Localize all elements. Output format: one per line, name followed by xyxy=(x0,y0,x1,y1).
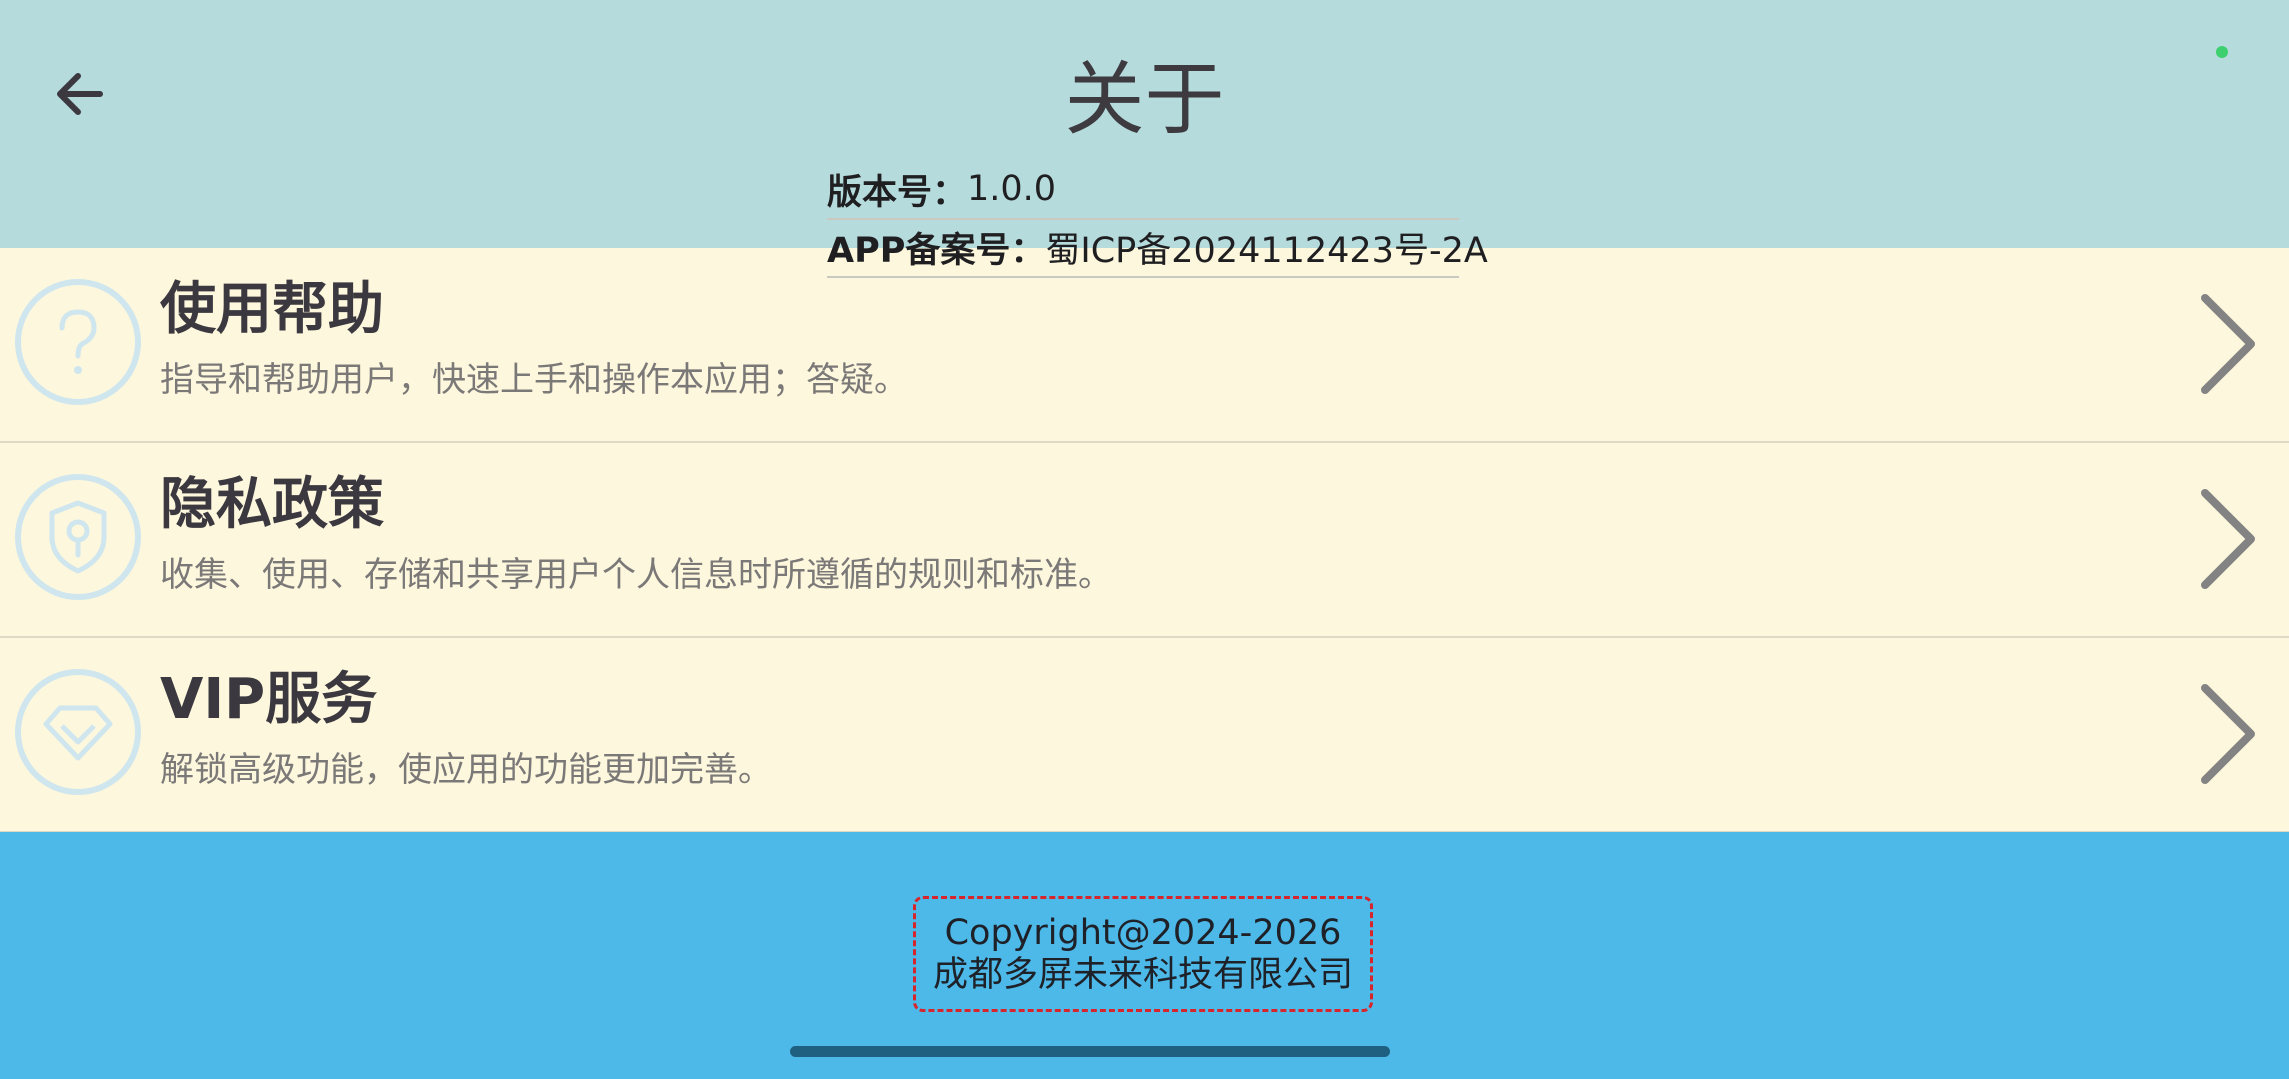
item-description: 收集、使用、存储和共享用户个人信息时所遵循的规则和标准。 xyxy=(160,555,1112,595)
home-indicator[interactable] xyxy=(790,1046,1390,1057)
chevron-right-icon xyxy=(2201,294,2255,394)
version-row: 版本号： 1.0.0 xyxy=(827,160,1459,220)
copyright-line: Copyright@2024-2026 xyxy=(944,913,1342,953)
list-item-vip[interactable]: VIP服务 解锁高级功能，使应用的功能更加完善。 xyxy=(0,638,2289,833)
shield-lock-icon xyxy=(15,474,141,600)
copyright-box: Copyright@2024-2026 成都多屏未来科技有限公司 xyxy=(913,896,1373,1012)
item-description: 指导和帮助用户，快速上手和操作本应用；答疑。 xyxy=(160,360,908,400)
list-item-privacy[interactable]: 隐私政策 收集、使用、存储和共享用户个人信息时所遵循的规则和标准。 xyxy=(0,443,2289,638)
item-title: VIP服务 xyxy=(160,667,378,732)
chevron-right-icon xyxy=(2201,684,2255,784)
chevron-right-icon xyxy=(2201,489,2255,589)
footer: Copyright@2024-2026 成都多屏未来科技有限公司 xyxy=(0,832,2289,1079)
status-indicator-dot xyxy=(2216,46,2228,58)
app-header: 关于 版本号： 1.0.0 APP备案号： 蜀ICP备2024112423号-2… xyxy=(0,0,2289,278)
page-title: 关于 xyxy=(1064,53,1225,146)
list-item-help[interactable]: 使用帮助 指导和帮助用户，快速上手和操作本应用；答疑。 xyxy=(0,248,2289,443)
help-circle-icon xyxy=(15,279,141,405)
item-title: 隐私政策 xyxy=(160,472,384,537)
item-title: 使用帮助 xyxy=(160,277,384,342)
version-label: 版本号： xyxy=(827,172,968,213)
company-name: 成都多屏未来科技有限公司 xyxy=(932,955,1353,995)
item-description: 解锁高级功能，使应用的功能更加完善。 xyxy=(160,750,772,790)
diamond-icon xyxy=(15,669,141,795)
about-list: 使用帮助 指导和帮助用户，快速上手和操作本应用；答疑。 隐私政策 收集、使用、存… xyxy=(0,248,2289,833)
version-value: 1.0.0 xyxy=(967,169,1057,209)
